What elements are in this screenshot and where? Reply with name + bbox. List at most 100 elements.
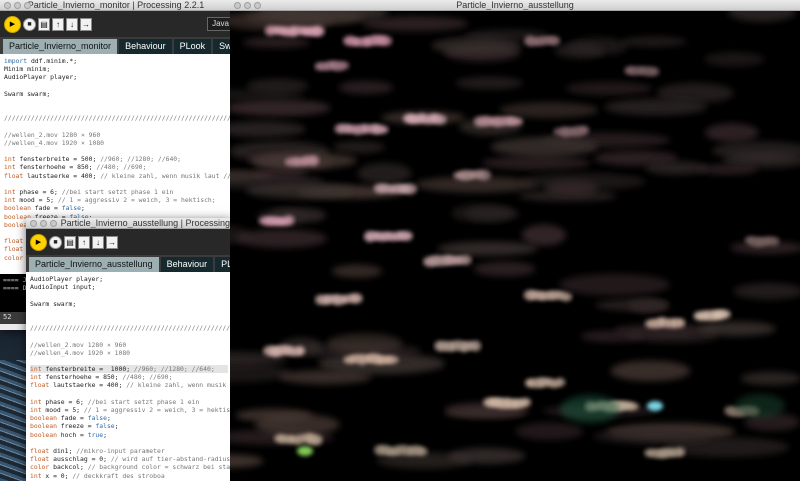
- monitor-tab[interactable]: Behaviour: [119, 39, 172, 54]
- particle: [297, 446, 313, 456]
- ausstellung-title: Particle_Invierno_ausstellung | Processi…: [60, 218, 230, 228]
- code-line: int mood = 5; // 1 = aggressiv 2 = weich…: [30, 406, 232, 414]
- export-icon[interactable]: →: [80, 17, 92, 31]
- code-line: ​: [30, 332, 228, 340]
- ausstellung-tab[interactable]: Behaviour: [160, 257, 214, 272]
- particle: [565, 81, 653, 96]
- minimize-icon[interactable]: [244, 2, 251, 9]
- open-icon[interactable]: ↑: [52, 17, 64, 31]
- particle: [254, 414, 340, 435]
- monitor-tab[interactable]: Particle_Invierno_monitor: [3, 39, 118, 54]
- particle: [554, 42, 605, 59]
- stop-icon[interactable]: ■: [49, 235, 62, 249]
- zoom-icon[interactable]: [50, 220, 57, 227]
- play-icon[interactable]: ▶: [4, 15, 21, 33]
- ausstellung-tab[interactable]: Particle_Invierno_ausstellung: [29, 257, 159, 272]
- particle: [704, 51, 765, 67]
- mode-selector[interactable]: Java: [207, 17, 232, 31]
- code-line: float ausschlag = 0; // wird auf tier-ab…: [30, 455, 231, 464]
- particle: [431, 36, 522, 55]
- particle: [547, 35, 561, 46]
- particle: [236, 229, 328, 248]
- code-line: ​: [4, 180, 228, 188]
- ausstellung-titlebar[interactable]: Particle_Invierno_ausstellung | Processi…: [26, 218, 232, 229]
- particle-canvas[interactable]: [230, 11, 800, 481]
- particle: [674, 447, 686, 457]
- particle: [326, 333, 403, 354]
- particle: [735, 394, 785, 418]
- close-icon[interactable]: [30, 220, 37, 227]
- close-icon[interactable]: [234, 2, 241, 9]
- new-icon[interactable]: ▤: [64, 235, 76, 249]
- particle: [625, 402, 639, 411]
- code-line: AudioInput input;: [30, 283, 96, 292]
- particle: [698, 321, 776, 337]
- code-line: Swarm swarm;: [30, 299, 77, 308]
- code-line: Swarm swarm;: [4, 89, 51, 98]
- zoom-icon[interactable]: [24, 2, 31, 9]
- particle: [674, 318, 686, 328]
- code-line: AudioPlayer player;: [30, 275, 104, 283]
- particle: [375, 125, 389, 134]
- particle: [477, 169, 491, 181]
- save-icon[interactable]: ↓: [66, 17, 78, 31]
- particle: [385, 355, 399, 365]
- code-line: int fensterhoehe = 850; //480; //690;: [30, 373, 173, 382]
- sketch-titlebar[interactable]: Particle_Invierno_ausstellung: [230, 0, 800, 11]
- export-icon[interactable]: →: [106, 235, 118, 249]
- particle: [294, 345, 306, 356]
- particle: [647, 401, 663, 411]
- close-icon[interactable]: [4, 2, 11, 9]
- code-line: ​: [30, 316, 228, 324]
- particle: [245, 182, 353, 199]
- particle: [433, 114, 447, 125]
- play-icon[interactable]: ▶: [30, 233, 47, 251]
- code-line: //wellen_2.mov 1280 × 960: [30, 340, 127, 349]
- sketch-title: Particle_Invierno_ausstellung: [456, 0, 574, 10]
- particle: [470, 340, 482, 352]
- particle: [331, 264, 383, 278]
- zoom-icon[interactable]: [254, 2, 261, 9]
- particle: [473, 261, 536, 277]
- new-icon[interactable]: ▤: [38, 17, 50, 31]
- code-line: int phase = 6; //bei start setzt phase 1…: [30, 397, 200, 406]
- particle: [595, 299, 668, 311]
- minimize-icon[interactable]: [14, 2, 21, 9]
- code-line: int phase = 6; //bei start setzt phase 1…: [4, 188, 174, 196]
- code-line: float din1; //mikro-input parameter: [30, 446, 165, 455]
- particle: [578, 125, 590, 135]
- particle: [610, 360, 691, 382]
- particle: [717, 309, 731, 319]
- particle: [230, 120, 306, 138]
- particle: [309, 434, 323, 446]
- monitor-tab-bar: Particle_Invierno_monitor Behaviour PLook S…: [0, 37, 232, 54]
- particle: [399, 231, 413, 241]
- stop-icon[interactable]: ■: [23, 17, 36, 31]
- particle: [349, 293, 363, 304]
- save-icon[interactable]: ↓: [92, 235, 104, 249]
- particle: [278, 370, 372, 385]
- particle: [499, 102, 599, 119]
- particle: [520, 397, 532, 407]
- minimize-icon[interactable]: [40, 220, 47, 227]
- particle: [554, 377, 566, 387]
- monitor-tab[interactable]: PLook: [173, 39, 212, 54]
- monitor-toolbar: ▶ ■ ▤ ↑ ↓ → Java: [0, 11, 232, 37]
- particle: [593, 428, 712, 444]
- particle: [357, 162, 412, 184]
- particle-swarm: [230, 11, 800, 469]
- particle: [509, 117, 523, 126]
- monitor-titlebar[interactable]: Particle_Invierno_monitor | Processing 2…: [0, 0, 232, 11]
- particle: [403, 183, 417, 195]
- particle: [727, 11, 797, 22]
- code-line: float lautstaerke = 400; // kleine zahl,…: [4, 171, 232, 180]
- code-line: int x = 0; // deckkraft des stroboa: [30, 471, 165, 480]
- code-line: int fensterbreite = 1000; //960; //1280;…: [30, 365, 228, 374]
- ausstellung-code-editor[interactable]: AudioPlayer player;AudioInput input; ​ Swa…: [26, 272, 232, 481]
- particle: [338, 61, 350, 70]
- particle: [332, 141, 386, 154]
- particle: [230, 454, 264, 468]
- sketch-window: Particle_Invierno_ausstellung: [230, 0, 800, 481]
- particle: [648, 67, 660, 77]
- open-icon[interactable]: ↑: [78, 235, 90, 249]
